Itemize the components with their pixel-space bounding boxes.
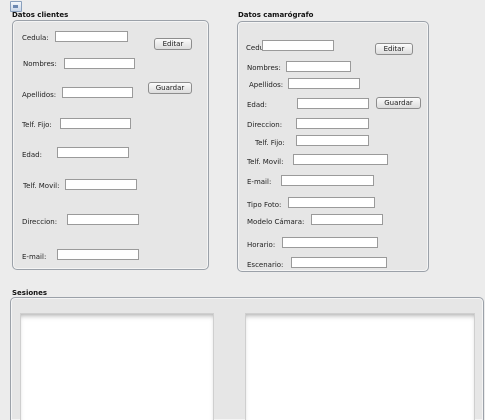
clientes-direccion-label: Direccion: [22, 218, 58, 226]
clientes-edad-label: Edad: [22, 151, 42, 159]
clientes-telf-movil-label: Telf. Movil: [23, 182, 60, 190]
camarografo-tipo-foto-label: Tipo Foto: [247, 201, 282, 209]
clientes-email-label: E-mail: [22, 253, 47, 261]
clientes-email-input[interactable] [57, 249, 139, 260]
sesiones-list-right[interactable] [245, 313, 475, 420]
camarografo-horario-label: Horario: [247, 241, 276, 249]
camarografo-editar-button[interactable]: Editar [375, 43, 413, 55]
camarografo-apellidos-input[interactable] [288, 78, 360, 89]
camarografo-telf-movil-input[interactable] [293, 154, 388, 165]
camarografo-edad-label: Edad: [247, 101, 267, 109]
camarografo-telf-fijo-input[interactable] [296, 135, 369, 146]
camarografo-section-title: Datos camarógrafo [238, 11, 314, 19]
camarografo-cedula-input[interactable] [262, 40, 334, 51]
camarografo-nombres-label: Nombres: [247, 64, 281, 72]
clientes-nombres-label: Nombres: [23, 60, 57, 68]
clientes-apellidos-label: Apellidos: [22, 91, 57, 99]
clientes-editar-button[interactable]: Editar [154, 38, 192, 50]
camarografo-modelo-camara-input[interactable] [311, 214, 383, 225]
camarografo-email-input[interactable] [281, 175, 374, 186]
camarografo-direccion-label: Direccion: [247, 121, 283, 129]
sesiones-section-title: Sesiones [12, 289, 48, 297]
camarografo-apellidos-label: Apellidos: [249, 81, 284, 89]
camarografo-telf-fijo-label: Telf. Fijo: [255, 139, 285, 147]
clientes-section-title: Datos clientes [12, 11, 69, 19]
camarografo-horario-input[interactable] [282, 237, 378, 248]
clientes-telf-fijo-input[interactable] [60, 118, 131, 129]
camarografo-modelo-camara-label: Modelo Cámara: [247, 218, 305, 226]
camarografo-telf-movil-label: Telf. Movil: [247, 158, 284, 166]
camarografo-escenario-input[interactable] [291, 257, 387, 268]
clientes-telf-movil-input[interactable] [65, 179, 137, 190]
camarografo-email-label: E-mail: [247, 178, 272, 186]
clientes-apellidos-input[interactable] [62, 87, 133, 98]
clientes-cedula-input[interactable] [55, 31, 128, 42]
clientes-telf-fijo-label: Telf. Fijo: [22, 121, 52, 129]
clientes-edad-input[interactable] [57, 147, 129, 158]
camarografo-nombres-input[interactable] [286, 61, 351, 72]
clientes-nombres-input[interactable] [64, 58, 135, 69]
camarografo-direccion-input[interactable] [296, 118, 369, 129]
clientes-guardar-button[interactable]: Guardar [148, 82, 192, 94]
camarografo-tipo-foto-input[interactable] [288, 197, 375, 208]
camarografo-edad-input[interactable] [297, 98, 369, 109]
camarografo-escenario-label: Escenario: [247, 261, 284, 269]
clientes-cedula-label: Cedula: [22, 34, 49, 42]
clientes-direccion-input[interactable] [67, 214, 139, 225]
sesiones-list-left[interactable] [20, 313, 214, 420]
camarografo-guardar-button[interactable]: Guardar [376, 97, 421, 109]
